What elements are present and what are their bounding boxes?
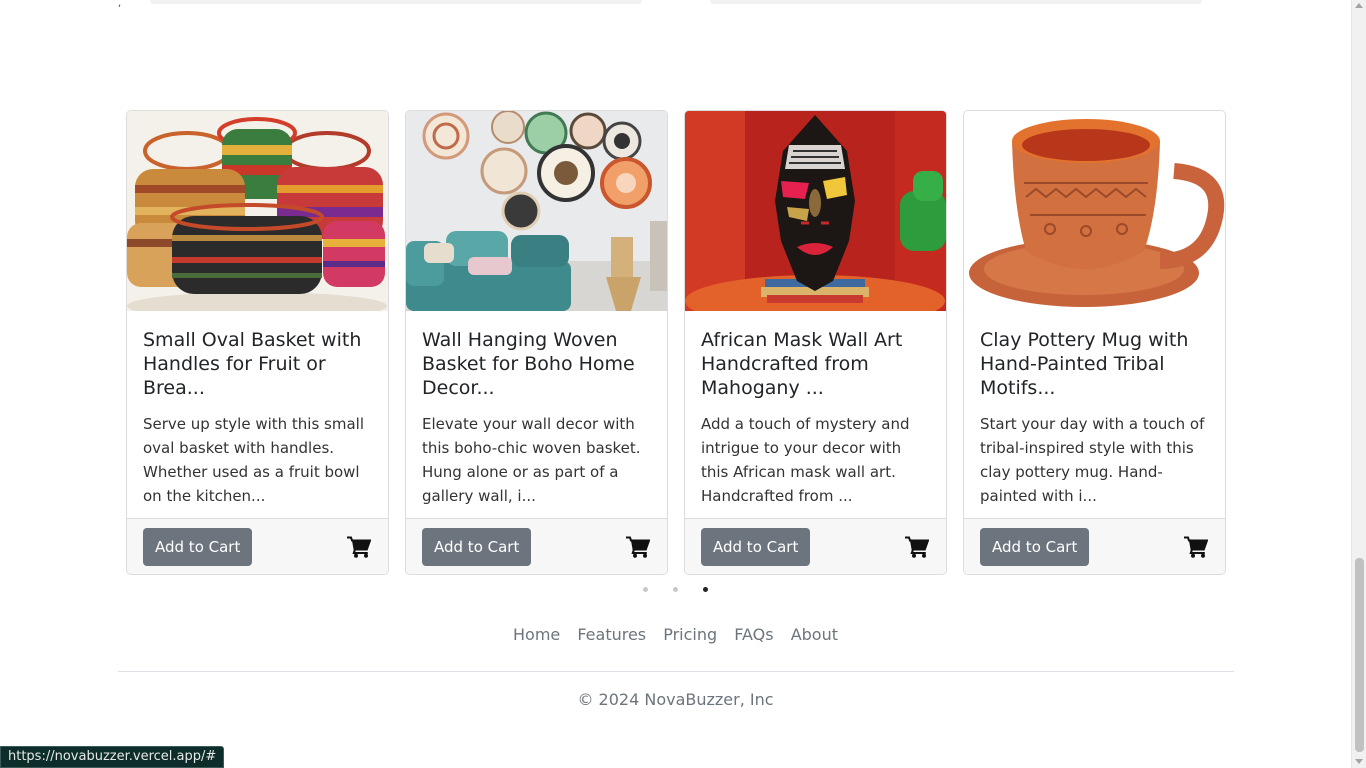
card-footer: Add to Cart — [685, 518, 946, 574]
product-description: Add a touch of mystery and intrigue to y… — [701, 415, 910, 505]
add-to-cart-button[interactable]: Add to Cart — [980, 528, 1090, 566]
product-card: African Mask Wall Art Handcrafted from M… — [684, 110, 947, 575]
previous-section-shadow — [150, 0, 642, 4]
product-image-clay-mug[interactable] — [964, 111, 1225, 311]
footer-link-features[interactable]: Features — [577, 624, 646, 646]
cart-icon[interactable] — [1184, 536, 1208, 558]
page-scrollbar[interactable] — [1351, 0, 1366, 768]
scroll-down-arrow-icon[interactable] — [1355, 759, 1363, 764]
carousel-indicator-active[interactable] — [703, 587, 708, 592]
cart-icon[interactable] — [626, 536, 650, 558]
add-to-cart-button[interactable]: Add to Cart — [701, 528, 811, 566]
cart-icon[interactable] — [347, 536, 371, 558]
product-image-african-mask[interactable] — [685, 111, 946, 311]
product-description: Start your day with a touch of tribal-in… — [980, 415, 1205, 505]
copyright-text: © 2024 NovaBuzzer, Inc — [577, 690, 774, 709]
previous-section-shadow — [710, 0, 1202, 4]
stray-mark: , — [118, 0, 122, 9]
cart-icon[interactable] — [905, 536, 929, 558]
product-image-oval-baskets[interactable] — [127, 111, 388, 311]
footer-link-about[interactable]: About — [791, 624, 838, 646]
scrollbar-thumb[interactable] — [1355, 558, 1364, 752]
product-carousel: Small Oval Basket with Handles for Fruit… — [126, 110, 1226, 575]
add-to-cart-button[interactable]: Add to Cart — [143, 528, 253, 566]
product-title: Wall Hanging Woven Basket for Boho Home … — [422, 329, 635, 399]
product-image-wall-baskets[interactable] — [406, 111, 667, 311]
status-bar-url: https://novabuzzer.vercel.app/# — [0, 746, 225, 768]
scroll-up-arrow-icon[interactable] — [1355, 3, 1363, 8]
product-card: Wall Hanging Woven Basket for Boho Home … — [405, 110, 668, 575]
product-title: Small Oval Basket with Handles for Fruit… — [143, 329, 362, 399]
footer-link-faqs[interactable]: FAQs — [734, 624, 773, 646]
product-card: Clay Pottery Mug with Hand-Painted Triba… — [963, 110, 1226, 575]
carousel-indicator[interactable] — [643, 587, 648, 592]
card-footer: Add to Cart — [406, 518, 667, 574]
card-footer: Add to Cart — [964, 518, 1225, 574]
card-footer: Add to Cart — [127, 518, 388, 574]
add-to-cart-button[interactable]: Add to Cart — [422, 528, 532, 566]
footer-divider — [118, 671, 1234, 672]
footer-link-pricing[interactable]: Pricing — [663, 624, 717, 646]
product-description: Elevate your wall decor with this boho-c… — [422, 415, 641, 505]
carousel-indicators — [0, 587, 1366, 593]
product-title: African Mask Wall Art Handcrafted from M… — [701, 329, 903, 399]
footer-link-home[interactable]: Home — [513, 624, 560, 646]
product-card: Small Oval Basket with Handles for Fruit… — [126, 110, 389, 575]
product-title: Clay Pottery Mug with Hand-Painted Triba… — [980, 329, 1189, 399]
footer-nav: Home Features Pricing FAQs About — [0, 624, 1351, 646]
carousel-indicator[interactable] — [673, 587, 678, 592]
product-description: Serve up style with this small oval bask… — [143, 415, 365, 505]
